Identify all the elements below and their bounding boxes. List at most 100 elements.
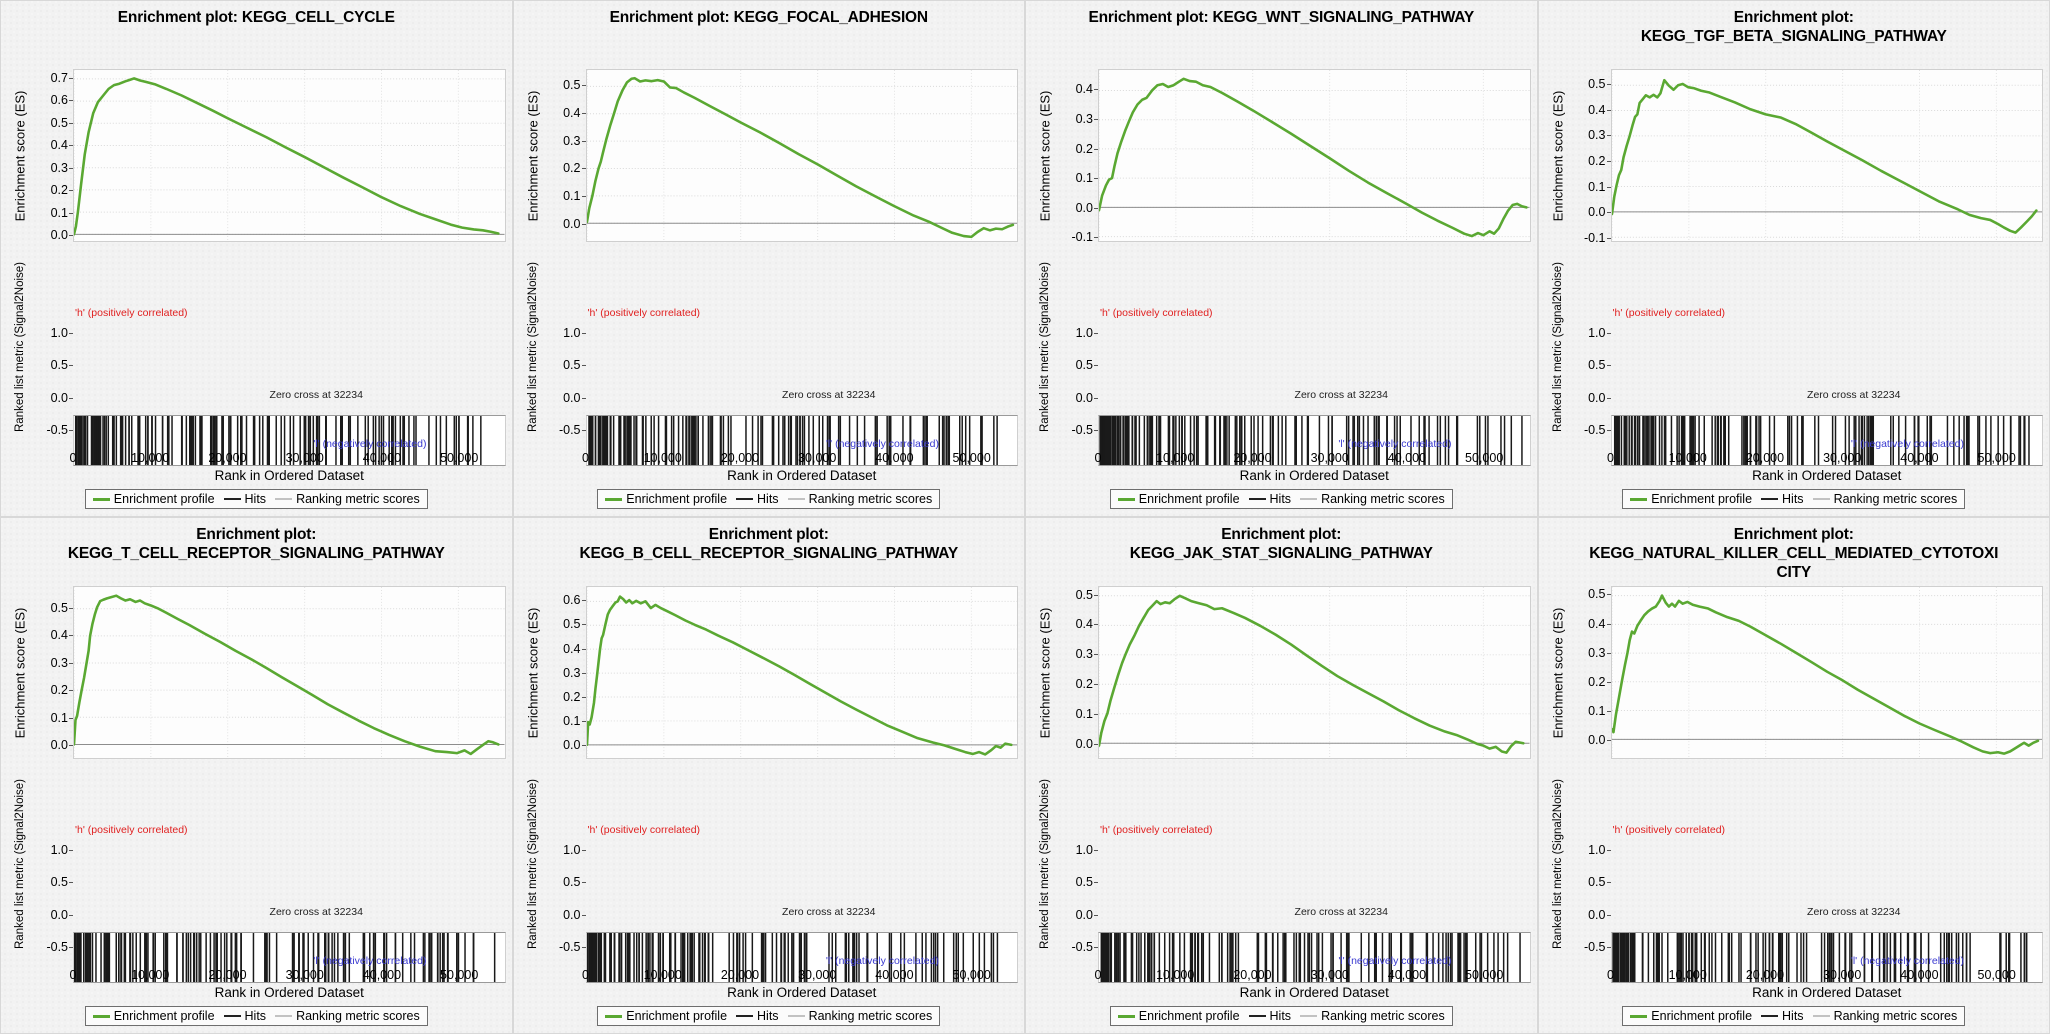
x-tick-label: 20,000 bbox=[1233, 968, 1272, 982]
title-spacer bbox=[522, 47, 1017, 66]
legend-item-hits: Hits bbox=[1248, 492, 1291, 506]
plot-canvas: 'h' (positively correlated) Zero cross at… bbox=[1610, 585, 2043, 983]
panel-title-line: Enrichment plot: bbox=[1733, 9, 1854, 26]
y-tick-column: 0.5 0.4 0.3 0.2 0.1 0.0 1.0 0.5 0.0 -0.5 bbox=[546, 69, 587, 450]
legend-label: Enrichment profile bbox=[113, 1009, 215, 1023]
enrichment-panel-kegg_natural_killer_cell_mediated_cytotoxicity: Enrichment plot: KEGG_NATURAL_KILLER_CELL… bbox=[1537, 517, 2050, 1034]
x-tick-label: 30,000 bbox=[1310, 968, 1349, 982]
x-axis-ticks: 0 10,000 20,000 30,000 40,000 50,000 bbox=[1607, 450, 2044, 467]
y-tick-label-es: 0.4 bbox=[1588, 102, 1612, 117]
negatively-correlated-label: 'l' (negatively correlated) bbox=[825, 955, 939, 968]
plot-canvas: 'h' (positively correlated) Zero cross at… bbox=[1098, 585, 1531, 983]
x-tick-label: 0 bbox=[1607, 968, 1614, 982]
enrichment-panel-kegg_jak_stat_signaling_pathway: Enrichment plot: KEGG_JAK_STAT_SIGNALING_… bbox=[1025, 517, 1538, 1034]
panel-title-line: KEGG_NATURAL_KILLER_CELL_MEDIATED_CYTOTO… bbox=[1589, 544, 1999, 562]
x-axis-title: Rank in Ordered Dataset bbox=[214, 985, 364, 1000]
x-tick-label: 40,000 bbox=[362, 451, 402, 465]
legend-label: Hits bbox=[757, 1009, 779, 1023]
y-tick-label-es: 0.4 bbox=[1588, 616, 1612, 631]
enrichment-score-plot bbox=[1098, 68, 1531, 242]
y-axis-label-ranked-metric: Ranked list metric (Signal2Noise) bbox=[1039, 779, 1051, 950]
enrichment-score-plot bbox=[1098, 585, 1531, 759]
legend-label: Hits bbox=[1782, 1009, 1804, 1023]
x-tick-label: 40,000 bbox=[1387, 451, 1427, 465]
x-tick-label: 0 bbox=[1094, 451, 1102, 465]
legend-label: Enrichment profile bbox=[1651, 492, 1753, 506]
enrichment-panel-kegg_b_cell_receptor_signaling_pathway: Enrichment plot: KEGG_B_CELL_RECEPTOR_SIG… bbox=[512, 517, 1025, 1034]
legend-label: Ranking metric scores bbox=[296, 1009, 420, 1023]
y-tick-label-metric: 1.0 bbox=[563, 325, 587, 340]
plot-canvas: 'h' (positively correlated) Zero cross at… bbox=[1610, 68, 2043, 466]
y-tick-label-metric: 0.5 bbox=[1588, 875, 1612, 890]
zero-cross-label: Zero cross at 32234 bbox=[269, 388, 363, 401]
y-tick-label-metric: 0.0 bbox=[1075, 390, 1099, 405]
x-tick-label: 30,000 bbox=[1823, 968, 1862, 982]
legend-label: Hits bbox=[244, 1009, 267, 1023]
enrichment-panel-kegg_t_cell_receptor_signaling_pathway: Enrichment plot: KEGG_T_CELL_RECEPTOR_SIG… bbox=[0, 517, 513, 1034]
x-tick-label: 50,000 bbox=[1465, 451, 1504, 465]
x-tick-label: 30,000 bbox=[285, 451, 324, 465]
x-tick-label: 20,000 bbox=[1745, 968, 1785, 982]
x-tick-label: 10,000 bbox=[1668, 968, 1707, 982]
y-tick-label-metric: 1.0 bbox=[563, 842, 587, 857]
x-tick-label: 50,000 bbox=[952, 968, 991, 982]
y-tick-label-es: 0.0 bbox=[1588, 205, 1612, 220]
y-tick-label-es: 0.3 bbox=[50, 655, 74, 670]
y-tick-label-es: 0.4 bbox=[50, 628, 74, 643]
panel-title-line: Enrichment plot: bbox=[1221, 526, 1342, 543]
panel-title-line: KEGG_JAK_STAT_SIGNALING_PATHWAY bbox=[1129, 544, 1433, 562]
legend-item-enrichment-profile: Enrichment profile bbox=[92, 1009, 215, 1023]
y-tick-label-metric: 0.5 bbox=[563, 358, 587, 373]
legend-item-enrichment-profile: Enrichment profile bbox=[1630, 492, 1752, 506]
x-axis-ticks: 0 10,000 20,000 30,000 40,000 50,000 bbox=[70, 450, 506, 467]
y-tick-label-es: 0.0 bbox=[50, 227, 74, 242]
y-tick-label-es: 0.2 bbox=[1588, 674, 1612, 689]
y-tick-label-es: 0.3 bbox=[1588, 128, 1612, 143]
y-tick-label-es: 0.5 bbox=[50, 115, 74, 130]
y-axis-label-enrichment-score: Enrichment score (ES) bbox=[1037, 608, 1053, 739]
x-tick-label: 30,000 bbox=[285, 968, 324, 982]
y-tick-label-metric: 0.0 bbox=[1075, 907, 1099, 922]
plot-legend: Enrichment profile Hits Ranking metric sco… bbox=[1622, 489, 1966, 509]
legend-item-hits: Hits bbox=[736, 1009, 779, 1023]
panel-title: Enrichment plot: KEGG_TGF_BETA_SIGNALING_… bbox=[1545, 5, 2044, 69]
panel-title: Enrichment plot: KEGG_T_CELL_RECEPTOR_SIG… bbox=[7, 522, 506, 586]
y-tick-column: 0.5 0.4 0.3 0.2 0.1 0.0 -0.1 1.0 0.5 0.0 -0.5 bbox=[1571, 69, 1612, 450]
negatively-correlated-label: 'l' (negatively correlated) bbox=[313, 955, 427, 968]
negatively-correlated-label: 'l' (negatively correlated) bbox=[1850, 438, 1964, 451]
y-tick-label-metric: 1.0 bbox=[1588, 325, 1612, 340]
y-axis-labels: Enrichment score (ES) Ranked list metric … bbox=[1545, 69, 1571, 450]
y-tick-label-es: 0.5 bbox=[563, 78, 587, 93]
plot-canvas: 'h' (positively correlated) Zero cross at… bbox=[73, 68, 506, 466]
plot-legend: Enrichment profile Hits Ranking metric sco… bbox=[1622, 1006, 1966, 1026]
plot-canvas: 'h' (positively correlated) Zero cross at… bbox=[73, 585, 506, 983]
enrichment-panel-kegg_cell_cycle: Enrichment plot: KEGG_CELL_CYCLE Enrichm… bbox=[0, 0, 513, 517]
x-axis-ticks: 0 10,000 20,000 30,000 40,000 50,000 bbox=[582, 450, 1019, 467]
y-axis-label-enrichment-score: Enrichment score (ES) bbox=[525, 608, 540, 739]
panel-title-line: KEGG_B_CELL_RECEPTOR_SIGNALING_PATHWAY bbox=[579, 544, 959, 562]
zero-cross-label: Zero cross at 32234 bbox=[782, 388, 876, 401]
y-tick-label-metric: 0.5 bbox=[1075, 875, 1099, 890]
title-spacer bbox=[9, 47, 504, 66]
x-tick-label: 0 bbox=[1607, 451, 1614, 465]
y-tick-label-metric: -0.5 bbox=[558, 423, 585, 438]
legend-swatch-gray bbox=[1300, 498, 1318, 500]
x-tick-label: 40,000 bbox=[875, 968, 914, 982]
plot-legend: Enrichment profile Hits Ranking metric sco… bbox=[84, 1006, 428, 1026]
zero-cross-label: Zero cross at 32234 bbox=[1294, 905, 1388, 918]
positively-correlated-label: 'h' (positively correlated) bbox=[587, 823, 701, 836]
positively-correlated-label: 'h' (positively correlated) bbox=[1100, 823, 1213, 836]
x-axis-ticks: 0 10,000 20,000 30,000 40,000 50,000 bbox=[1607, 967, 2044, 984]
legend-swatch-black bbox=[1248, 498, 1266, 500]
title-spacer bbox=[9, 564, 504, 583]
y-tick-label-es: 0.4 bbox=[563, 641, 587, 656]
y-tick-label-es: 0.5 bbox=[1588, 77, 1612, 92]
y-tick-label-es: 0.3 bbox=[563, 665, 587, 680]
legend-item-enrichment-profile: Enrichment profile bbox=[1117, 492, 1240, 506]
legend-item-hits: Hits bbox=[223, 1009, 267, 1023]
y-tick-label-metric: -0.5 bbox=[1071, 423, 1098, 438]
plot-canvas: 'h' (positively correlated) Zero cross at… bbox=[585, 68, 1018, 466]
panel-title: Enrichment plot: KEGG_WNT_SIGNALING_PATH… bbox=[1032, 5, 1531, 69]
zero-cross-label: Zero cross at 32234 bbox=[1807, 905, 1901, 918]
panel-title-line: Enrichment plot: KEGG_WNT_SIGNALING_PATH… bbox=[1088, 9, 1475, 26]
